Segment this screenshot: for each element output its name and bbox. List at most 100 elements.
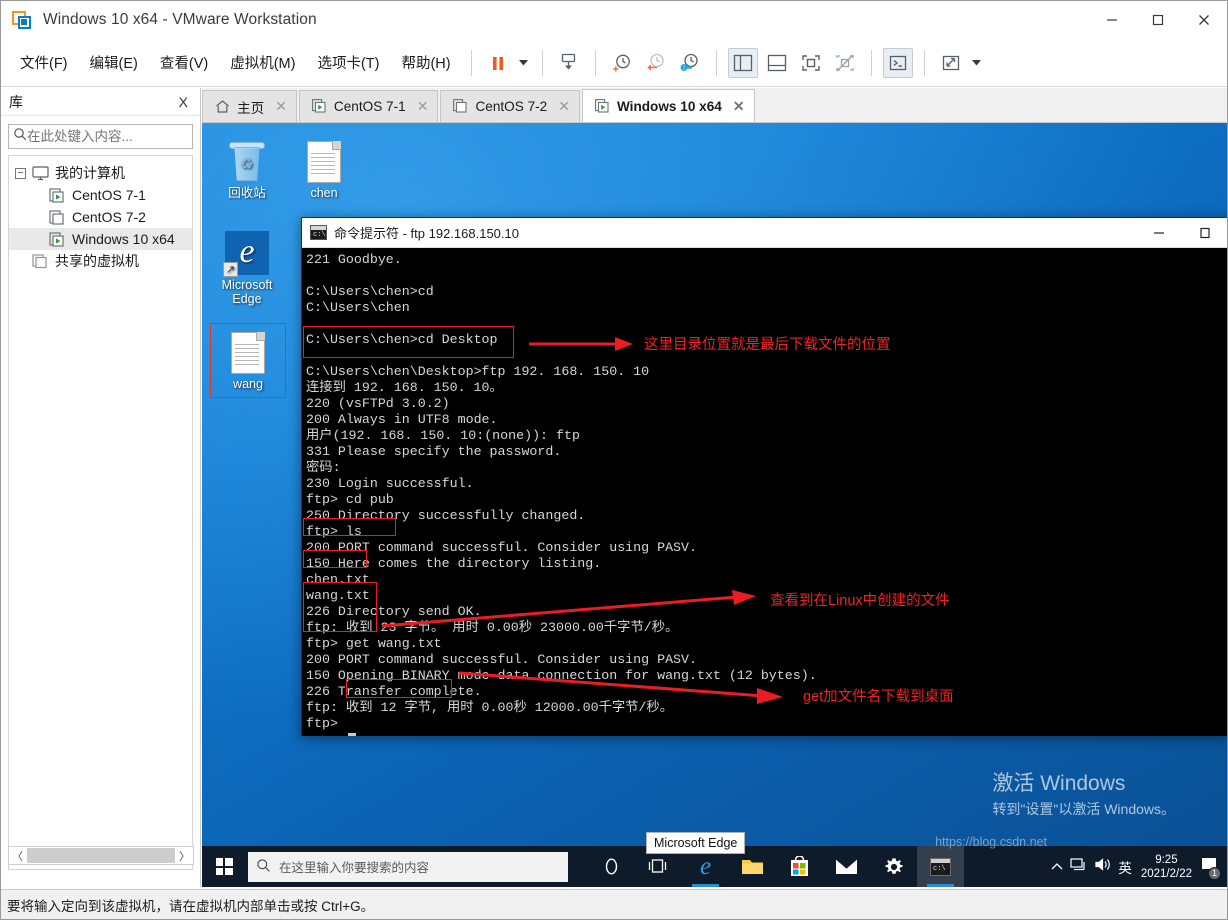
desktop-icon-microsoft-edge[interactable]: e ↗ Microsoft Edge — [207, 231, 287, 306]
snapshot-manager-button[interactable] — [675, 48, 705, 78]
tab-home[interactable]: 主页 ✕ — [202, 90, 297, 122]
taskbar-mail-icon[interactable] — [823, 846, 870, 887]
chevron-up-icon[interactable] — [1051, 858, 1063, 876]
command-prompt-window-controls — [1136, 218, 1227, 247]
annotation-get-command: get加文件名下载到桌面 — [803, 689, 954, 705]
collapse-icon[interactable]: − — [15, 167, 26, 179]
vmware-logo-icon — [12, 9, 34, 31]
menu-vm[interactable]: 虚拟机(M) — [221, 47, 304, 78]
desktop-icon-recycle-bin[interactable]: ♻ 回收站 — [211, 141, 283, 200]
close-icon[interactable]: ✕ — [275, 98, 287, 115]
stretch-guest-button[interactable] — [936, 48, 966, 78]
start-button[interactable] — [202, 846, 246, 887]
close-icon[interactable]: ✕ — [733, 98, 745, 115]
fullscreen-button[interactable] — [796, 48, 826, 78]
sidebar-item-label: CentOS 7-1 — [72, 187, 146, 203]
library-title: 库 — [9, 93, 23, 110]
unity-mode-button[interactable] — [830, 48, 860, 78]
library-sidebar: 库 X − 我的计算机 — [1, 88, 215, 887]
toolbar-divider — [923, 49, 925, 76]
desktop-icon-label: chen — [310, 186, 338, 200]
vm-running-icon — [595, 98, 610, 114]
windows-start-icon — [215, 858, 233, 875]
close-icon[interactable]: ✕ — [417, 98, 429, 115]
power-down-button[interactable] — [554, 48, 584, 78]
status-bar-message: 要将输入定向到该虚拟机，请在虚拟机内部单击或按 Ctrl+G。 — [7, 898, 375, 914]
sidebar-item-label: 共享的虚拟机 — [55, 253, 139, 269]
close-icon[interactable]: ✕ — [558, 98, 570, 115]
close-button[interactable] — [1181, 1, 1227, 39]
snapshot-add-button[interactable] — [607, 48, 637, 78]
taskbar-search-placeholder: 在这里输入你要搜索的内容 — [279, 861, 430, 875]
command-prompt-window[interactable]: c:\ 命令提示符 - ftp 192.168.150.10 221 Goodb… — [301, 217, 1227, 736]
volume-icon[interactable] — [1094, 857, 1111, 877]
show-thumbnail-bar-button[interactable] — [762, 48, 792, 78]
sidebar-item-shared-vms[interactable]: 共享的虚拟机 — [9, 250, 192, 272]
edge-icon: e ↗ — [223, 231, 269, 277]
sidebar-item-centos-7-1[interactable]: CentOS 7-1 — [9, 184, 192, 206]
recycle-bin-icon: ♻ — [228, 141, 266, 183]
taskbar-apps: e c:\ — [588, 846, 964, 887]
desktop-icon-chen[interactable]: chen — [288, 141, 360, 200]
menu-tabs[interactable]: 选项卡(T) — [308, 47, 388, 78]
system-tray: 英 9:25 2021/2/22 1 — [1051, 853, 1227, 881]
library-search[interactable] — [8, 124, 215, 149]
title-bar: Windows 10 x64 - VMware Workstation — [1, 1, 1227, 39]
cmd-maximize-button[interactable] — [1182, 218, 1227, 247]
taskbar-cmd-icon[interactable]: c:\ — [917, 846, 964, 887]
sidebar-item-centos-7-2[interactable]: CentOS 7-2 — [9, 206, 192, 228]
taskbar-clock[interactable]: 9:25 2021/2/22 — [1141, 853, 1192, 881]
status-bar: 要将输入定向到该虚拟机，请在虚拟机内部单击或按 Ctrl+G。 — [1, 889, 1227, 919]
taskbar-cortana-icon[interactable] — [588, 846, 635, 887]
chevron-down-icon[interactable] — [515, 49, 533, 77]
notification-center-button[interactable]: 1 — [1201, 856, 1221, 880]
clock-time: 9:25 — [1155, 853, 1178, 866]
chevron-down-icon[interactable] — [968, 49, 986, 77]
sidebar-item-label: Windows 10 x64 — [72, 231, 175, 247]
vm-viewport[interactable]: ♻ 回收站 chen e ↗ Microsoft Edge wang c:\ 命… — [202, 123, 1227, 887]
menu-edit[interactable]: 编辑(E) — [81, 47, 147, 78]
vm-running-icon — [311, 99, 327, 114]
suspend-button[interactable] — [483, 48, 513, 78]
maximize-button[interactable] — [1135, 1, 1181, 39]
ime-indicator[interactable]: 英 — [1118, 857, 1132, 877]
desktop-icon-wang[interactable]: wang — [210, 323, 286, 398]
menu-file[interactable]: 文件(F) — [11, 47, 77, 78]
search-icon — [13, 127, 27, 146]
sidebar-item-windows-10-x64[interactable]: Windows 10 x64 — [9, 228, 192, 250]
terminal-text: 221 Goodbye. C:\Users\chen>cd C:\Users\c… — [306, 252, 817, 731]
library-close-icon[interactable]: X — [175, 94, 192, 110]
taskbar-store-icon[interactable] — [776, 846, 823, 887]
tab-label: 主页 — [237, 100, 265, 116]
desktop-icon-label: wang — [233, 377, 263, 391]
search-input[interactable] — [27, 129, 204, 144]
snapshot-revert-button[interactable] — [641, 48, 671, 78]
vm-running-icon — [49, 187, 66, 203]
tab-centos-7-2[interactable]: CentOS 7-2 ✕ — [440, 90, 580, 122]
activate-subtitle: 转到"设置"以激活 Windows。 — [992, 801, 1175, 817]
tab-label: CentOS 7-2 — [475, 99, 548, 114]
network-icon[interactable] — [1070, 857, 1087, 877]
scroll-right-icon[interactable]: 〉 — [176, 848, 193, 864]
tab-windows-10-x64[interactable]: Windows 10 x64 ✕ — [581, 89, 755, 122]
taskbar-settings-icon[interactable] — [870, 846, 917, 887]
minimize-button[interactable] — [1089, 1, 1135, 39]
menu-help[interactable]: 帮助(H) — [392, 47, 459, 78]
library-header: 库 X — [1, 88, 200, 116]
tab-label: CentOS 7-1 — [333, 99, 406, 114]
library-tree: − 我的计算机 CentOS 7-1 CentOS 7-2 Windows 10… — [8, 155, 193, 870]
taskbar-search-box[interactable]: 在这里输入你要搜索的内容 — [248, 851, 568, 882]
scroll-left-icon[interactable]: 〈 — [9, 848, 26, 864]
tab-centos-7-1[interactable]: CentOS 7-1 ✕ — [298, 90, 439, 122]
search-icon — [256, 858, 271, 876]
cmd-minimize-button[interactable] — [1136, 218, 1182, 247]
sidebar-item-my-computer[interactable]: − 我的计算机 — [9, 162, 192, 184]
console-view-button[interactable] — [882, 47, 913, 78]
command-prompt-output[interactable]: 221 Goodbye. C:\Users\chen>cd C:\Users\c… — [302, 248, 1227, 736]
menu-view[interactable]: 查看(V) — [151, 47, 217, 78]
show-library-button[interactable] — [727, 47, 758, 78]
toolbar-divider — [470, 49, 472, 76]
library-horizontal-scrollbar[interactable]: 〈 〉 — [8, 846, 194, 865]
scroll-thumb[interactable] — [27, 848, 175, 863]
window-title: Windows 10 x64 - VMware Workstation — [43, 11, 317, 28]
